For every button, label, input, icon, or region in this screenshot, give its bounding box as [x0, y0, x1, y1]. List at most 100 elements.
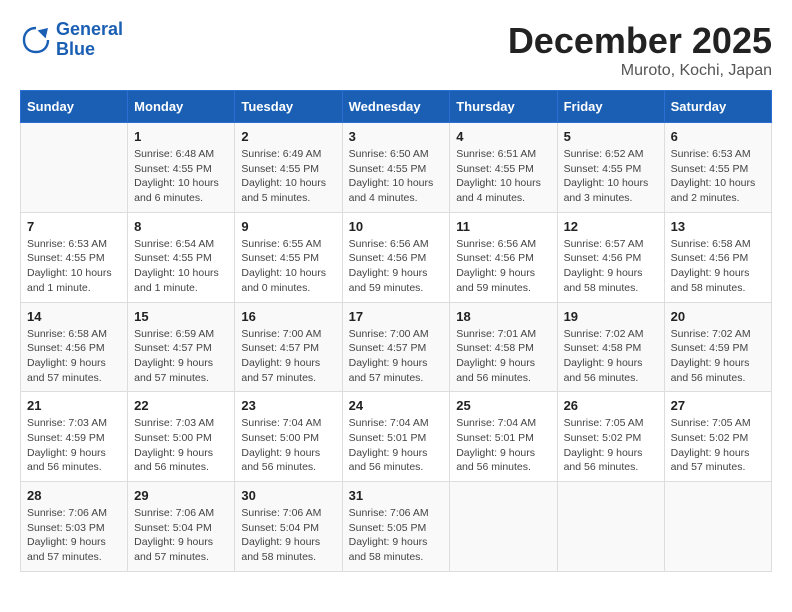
header-row: SundayMondayTuesdayWednesdayThursdayFrid…	[21, 91, 772, 123]
day-info: Sunrise: 7:00 AMSunset: 4:57 PMDaylight:…	[349, 327, 444, 386]
day-number: 19	[564, 309, 658, 324]
calendar-day-cell: 20Sunrise: 7:02 AMSunset: 4:59 PMDayligh…	[664, 302, 771, 392]
weekday-header: Monday	[128, 91, 235, 123]
calendar-week-row: 1 Sunrise: 6:48 AMSunset: 4:55 PMDaylight…	[21, 123, 772, 213]
day-number: 1	[134, 129, 228, 144]
calendar-week-row: 14 Sunrise: 6:58 AMSunset: 4:56 PMDayligh…	[21, 302, 772, 392]
day-number: 12	[564, 219, 658, 234]
day-info: Sunrise: 6:53 AMSunset: 4:55 PMDaylight:…	[27, 237, 121, 296]
day-number: 22	[134, 398, 228, 413]
day-number: 18	[456, 309, 550, 324]
calendar-day-cell	[664, 482, 771, 572]
calendar-day-cell: 8Sunrise: 6:54 AMSunset: 4:55 PMDaylight…	[128, 212, 235, 302]
day-info: Sunrise: 7:03 AMSunset: 4:59 PMDaylight:…	[27, 416, 121, 475]
location: Muroto, Kochi, Japan	[508, 62, 772, 80]
title-section: December 2025 Muroto, Kochi, Japan	[508, 20, 772, 80]
calendar-day-cell: 6 Sunrise: 6:53 AMSunset: 4:55 PMDaylight…	[664, 123, 771, 213]
weekday-header: Friday	[557, 91, 664, 123]
page-header: General Blue December 2025 Muroto, Kochi…	[20, 20, 772, 80]
weekday-header: Thursday	[450, 91, 557, 123]
day-info: Sunrise: 6:50 AMSunset: 4:55 PMDaylight:…	[349, 147, 444, 206]
day-info: Sunrise: 6:59 AMSunset: 4:57 PMDaylight:…	[134, 327, 228, 386]
day-number: 21	[27, 398, 121, 413]
day-info: Sunrise: 6:51 AMSunset: 4:55 PMDaylight:…	[456, 147, 550, 206]
day-number: 13	[671, 219, 765, 234]
day-number: 7	[27, 219, 121, 234]
calendar-day-cell	[21, 123, 128, 213]
calendar-day-cell: 10 Sunrise: 6:56 AMSunset: 4:56 PMDayligh…	[342, 212, 450, 302]
day-number: 9	[241, 219, 335, 234]
calendar-day-cell: 22Sunrise: 7:03 AMSunset: 5:00 PMDayligh…	[128, 392, 235, 482]
calendar-day-cell: 7 Sunrise: 6:53 AMSunset: 4:55 PMDaylight…	[21, 212, 128, 302]
day-info: Sunrise: 6:55 AMSunset: 4:55 PMDaylight:…	[241, 237, 335, 296]
calendar-day-cell: 17 Sunrise: 7:00 AMSunset: 4:57 PMDayligh…	[342, 302, 450, 392]
day-number: 25	[456, 398, 550, 413]
day-number: 2	[241, 129, 335, 144]
calendar-week-row: 28 Sunrise: 7:06 AMSunset: 5:03 PMDayligh…	[21, 482, 772, 572]
calendar-day-cell: 13Sunrise: 6:58 AMSunset: 4:56 PMDayligh…	[664, 212, 771, 302]
day-number: 11	[456, 219, 550, 234]
day-info: Sunrise: 6:54 AMSunset: 4:55 PMDaylight:…	[134, 237, 228, 296]
day-number: 5	[564, 129, 658, 144]
calendar-day-cell: 19Sunrise: 7:02 AMSunset: 4:58 PMDayligh…	[557, 302, 664, 392]
day-info: Sunrise: 6:57 AMSunset: 4:56 PMDaylight:…	[564, 237, 658, 296]
calendar-day-cell: 29 Sunrise: 7:06 AMSunset: 5:04 PMDayligh…	[128, 482, 235, 572]
calendar-day-cell: 18 Sunrise: 7:01 AMSunset: 4:58 PMDayligh…	[450, 302, 557, 392]
logo-line2: Blue	[56, 40, 123, 60]
day-number: 26	[564, 398, 658, 413]
calendar-day-cell: 26Sunrise: 7:05 AMSunset: 5:02 PMDayligh…	[557, 392, 664, 482]
calendar-day-cell: 9 Sunrise: 6:55 AMSunset: 4:55 PMDaylight…	[235, 212, 342, 302]
logo-icon	[20, 24, 52, 56]
day-number: 27	[671, 398, 765, 413]
day-number: 14	[27, 309, 121, 324]
day-info: Sunrise: 6:52 AMSunset: 4:55 PMDaylight:…	[564, 147, 658, 206]
calendar-day-cell: 3 Sunrise: 6:50 AMSunset: 4:55 PMDaylight…	[342, 123, 450, 213]
calendar-day-cell: 21 Sunrise: 7:03 AMSunset: 4:59 PMDayligh…	[21, 392, 128, 482]
calendar-day-cell: 24Sunrise: 7:04 AMSunset: 5:01 PMDayligh…	[342, 392, 450, 482]
day-number: 30	[241, 488, 335, 503]
day-number: 3	[349, 129, 444, 144]
day-info: Sunrise: 6:49 AMSunset: 4:55 PMDaylight:…	[241, 147, 335, 206]
day-info: Sunrise: 7:00 AMSunset: 4:57 PMDaylight:…	[241, 327, 335, 386]
day-number: 20	[671, 309, 765, 324]
day-number: 28	[27, 488, 121, 503]
logo-line1: General	[56, 20, 123, 40]
day-number: 4	[456, 129, 550, 144]
day-info: Sunrise: 6:53 AMSunset: 4:55 PMDaylight:…	[671, 147, 765, 206]
calendar-day-cell: 25 Sunrise: 7:04 AMSunset: 5:01 PMDayligh…	[450, 392, 557, 482]
day-info: Sunrise: 6:48 AMSunset: 4:55 PMDaylight:…	[134, 147, 228, 206]
calendar-day-cell: 30 Sunrise: 7:06 AMSunset: 5:04 PMDayligh…	[235, 482, 342, 572]
calendar-day-cell: 31Sunrise: 7:06 AMSunset: 5:05 PMDayligh…	[342, 482, 450, 572]
calendar-day-cell: 2 Sunrise: 6:49 AMSunset: 4:55 PMDaylight…	[235, 123, 342, 213]
calendar-day-cell: 15 Sunrise: 6:59 AMSunset: 4:57 PMDayligh…	[128, 302, 235, 392]
day-info: Sunrise: 7:04 AMSunset: 5:01 PMDaylight:…	[456, 416, 550, 475]
day-number: 17	[349, 309, 444, 324]
day-info: Sunrise: 7:01 AMSunset: 4:58 PMDaylight:…	[456, 327, 550, 386]
calendar-day-cell: 11 Sunrise: 6:56 AMSunset: 4:56 PMDayligh…	[450, 212, 557, 302]
day-info: Sunrise: 7:04 AMSunset: 5:01 PMDaylight:…	[349, 416, 444, 475]
weekday-header: Saturday	[664, 91, 771, 123]
weekday-header: Sunday	[21, 91, 128, 123]
month-title: December 2025	[508, 20, 772, 62]
logo: General Blue	[20, 20, 123, 60]
calendar-day-cell: 28 Sunrise: 7:06 AMSunset: 5:03 PMDayligh…	[21, 482, 128, 572]
day-number: 16	[241, 309, 335, 324]
calendar-day-cell	[450, 482, 557, 572]
day-info: Sunrise: 7:06 AMSunset: 5:04 PMDaylight:…	[241, 506, 335, 565]
day-number: 23	[241, 398, 335, 413]
calendar-week-row: 7 Sunrise: 6:53 AMSunset: 4:55 PMDaylight…	[21, 212, 772, 302]
calendar-day-cell: 16 Sunrise: 7:00 AMSunset: 4:57 PMDayligh…	[235, 302, 342, 392]
day-number: 31	[349, 488, 444, 503]
day-info: Sunrise: 6:56 AMSunset: 4:56 PMDaylight:…	[456, 237, 550, 296]
day-number: 15	[134, 309, 228, 324]
calendar-day-cell: 5 Sunrise: 6:52 AMSunset: 4:55 PMDaylight…	[557, 123, 664, 213]
weekday-header: Tuesday	[235, 91, 342, 123]
day-number: 29	[134, 488, 228, 503]
day-info: Sunrise: 7:06 AMSunset: 5:04 PMDaylight:…	[134, 506, 228, 565]
day-info: Sunrise: 7:06 AMSunset: 5:03 PMDaylight:…	[27, 506, 121, 565]
calendar-day-cell: 23Sunrise: 7:04 AMSunset: 5:00 PMDayligh…	[235, 392, 342, 482]
day-number: 10	[349, 219, 444, 234]
day-info: Sunrise: 6:56 AMSunset: 4:56 PMDaylight:…	[349, 237, 444, 296]
day-info: Sunrise: 6:58 AMSunset: 4:56 PMDaylight:…	[27, 327, 121, 386]
day-number: 6	[671, 129, 765, 144]
